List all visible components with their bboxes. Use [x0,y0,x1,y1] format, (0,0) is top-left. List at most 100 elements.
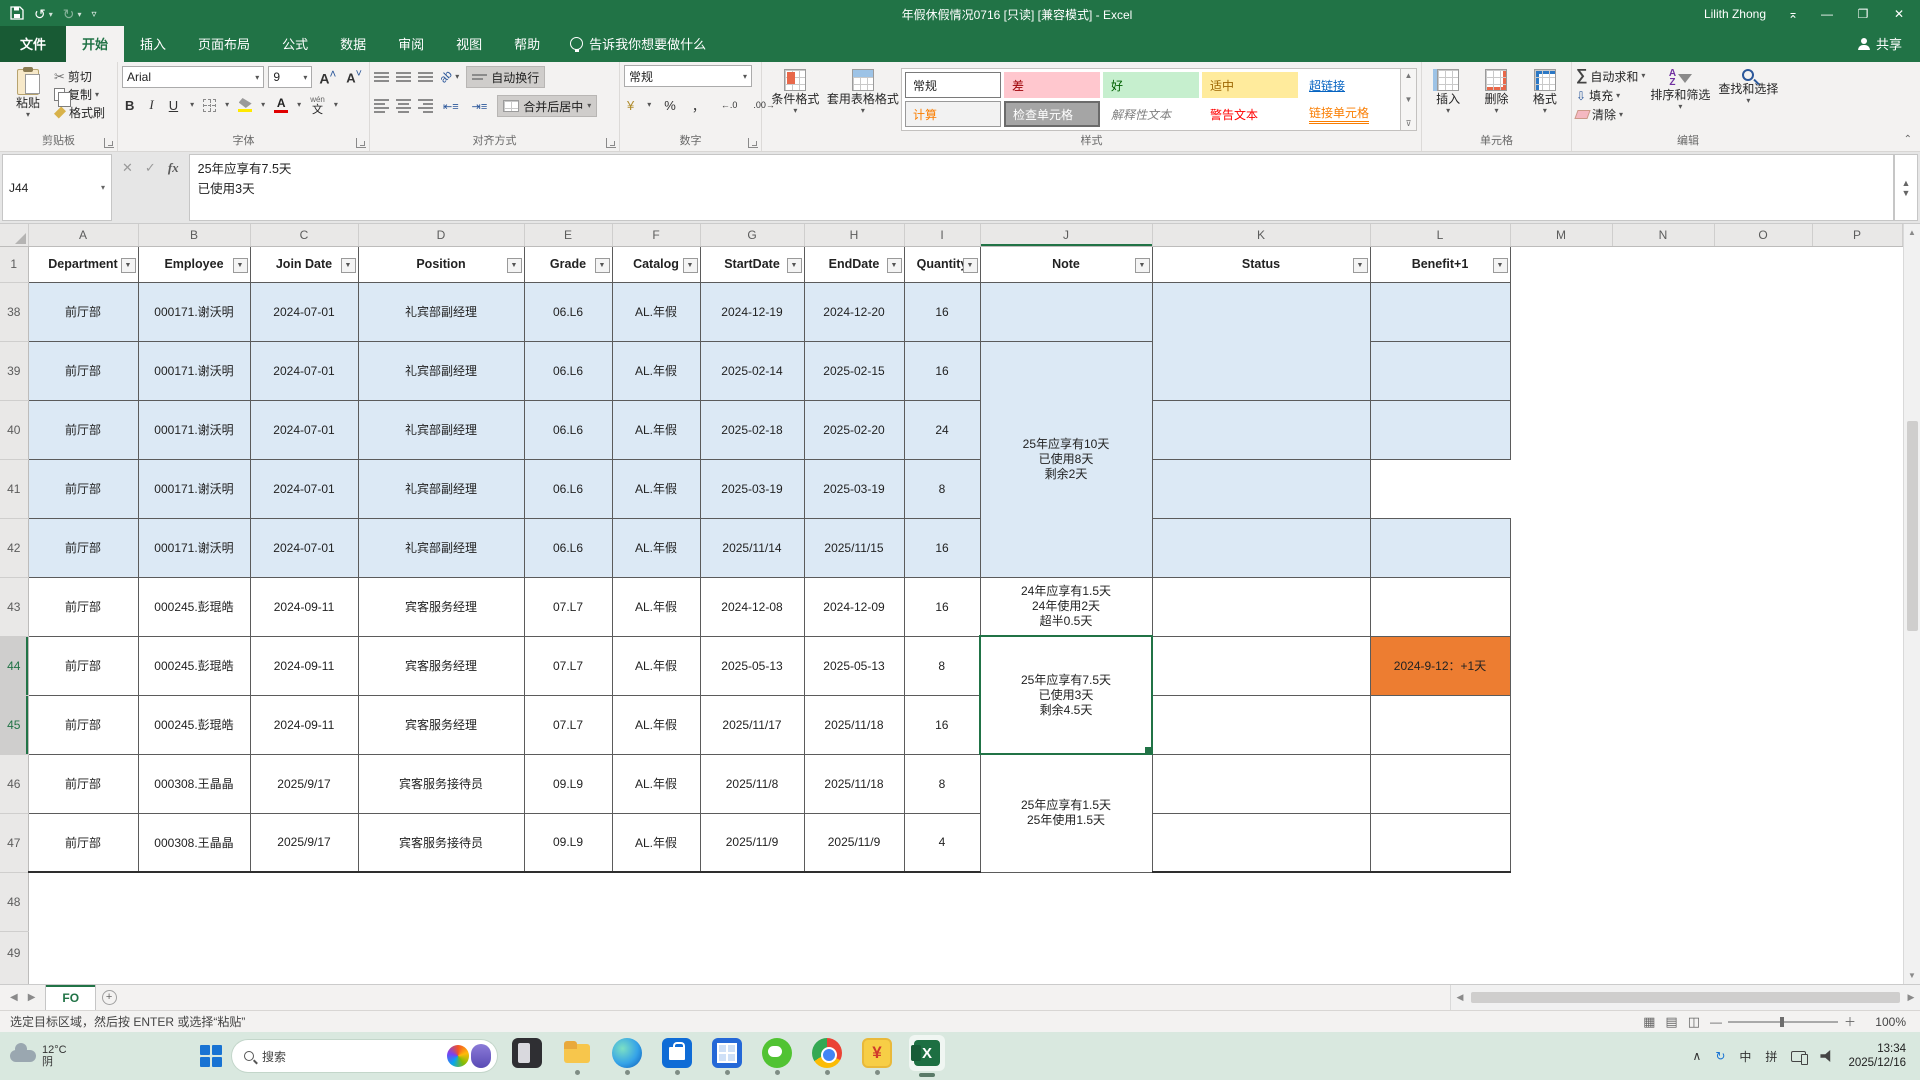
cell[interactable] [1152,459,1370,518]
sheet-nav-right-icon[interactable]: ▶ [28,992,36,1003]
voice-assistant-icon[interactable] [471,1044,491,1068]
restore-button[interactable]: ❐ [1846,0,1880,28]
header-grade[interactable]: Grade▼ [524,246,612,282]
cell[interactable]: 2024-12-08 [700,577,804,636]
cell[interactable] [1370,754,1510,813]
cell[interactable]: 2024-07-01 [250,282,358,341]
cell[interactable]: AL.年假 [612,282,700,341]
start-button[interactable] [200,1045,222,1067]
filter-dropdown-icon[interactable]: ▼ [963,258,978,273]
horizontal-scrollbar[interactable]: ◀ ▶ [1450,985,1920,1010]
cell-note-merged-39-42[interactable]: 25年应享有10天 已使用8天 剩余2天 [980,341,1152,577]
cell-style-normal[interactable]: 常规 [905,72,1001,98]
name-box[interactable]: J44▾ [2,154,112,221]
cell[interactable]: 2025-05-13 [700,636,804,695]
phonetic-guide-button[interactable]: wén文 [310,95,325,115]
orientation-button[interactable]: ab▾ [440,71,459,83]
cell[interactable]: AL.年假 [612,813,700,872]
align-right-icon[interactable] [418,99,433,113]
cell[interactable]: 宾客服务接待员 [358,813,524,872]
chrome-icon[interactable] [812,1038,842,1068]
redo-icon[interactable]: ↻ [63,6,75,23]
cell[interactable]: 2025-03-19 [700,459,804,518]
row-number[interactable]: 48 [0,872,28,931]
col-F[interactable]: F [612,224,700,246]
cell[interactable]: 2025/11/18 [804,754,904,813]
cell-style-linked-cell[interactable]: 链接单元格 [1301,101,1397,127]
italic-button[interactable]: I [146,97,156,113]
taskbar-search-box[interactable]: 搜索 [232,1040,497,1072]
insert-cells-button[interactable]: 插入▾ [1426,65,1470,114]
scroll-right-icon[interactable]: ▶ [1902,992,1920,1003]
cast-device-icon[interactable] [1791,1051,1806,1062]
cell-style-explanatory[interactable]: 解释性文本 [1103,101,1199,127]
cell[interactable]: 2024-09-11 [250,577,358,636]
filter-dropdown-icon[interactable]: ▼ [787,258,802,273]
ribbon-display-options-icon[interactable]: ⌅ [1778,0,1808,28]
cell[interactable]: AL.年假 [612,518,700,577]
redo-dropdown-icon[interactable]: ▾ [77,10,81,19]
row-number-selected[interactable]: 44 [0,636,28,695]
paste-button[interactable]: 粘贴▾ [4,65,52,118]
cell[interactable]: AL.年假 [612,577,700,636]
tab-home[interactable]: 开始 [66,26,124,62]
cell[interactable]: 000171.谢沃明 [138,282,250,341]
header-status[interactable]: Status▼ [1152,246,1370,282]
scroll-left-icon[interactable]: ◀ [1451,992,1469,1003]
cell[interactable]: 4 [904,813,980,872]
share-button[interactable]: 共享 [1840,34,1920,62]
align-top-icon[interactable] [374,72,389,82]
cell[interactable]: 2025-02-18 [700,400,804,459]
col-H[interactable]: H [804,224,904,246]
percent-style-icon[interactable]: % [661,98,679,113]
cell[interactable] [1152,636,1370,695]
cell[interactable]: 8 [904,636,980,695]
font-family-combo[interactable]: Arial▾ [122,66,264,88]
fill-button[interactable]: ⇩填充▾ [1576,87,1645,104]
row-number[interactable]: 49 [0,931,28,984]
cell[interactable]: 礼宾部副经理 [358,341,524,400]
cell[interactable]: 07.L7 [524,695,612,754]
cell[interactable]: 2024-07-01 [250,518,358,577]
cell[interactable]: 8 [904,459,980,518]
zoom-out-icon[interactable]: — [1710,1015,1722,1029]
formula-bar-expand-icon[interactable]: ▲▼ [1894,154,1918,221]
format-cells-button[interactable]: 格式▾ [1523,65,1567,114]
tell-me-box[interactable]: 告诉我你想要做什么 [570,34,706,62]
cell[interactable]: 24 [904,400,980,459]
cell-note-merged-46-47[interactable]: 25年应享有1.5天 25年使用1.5天 [980,754,1152,872]
scroll-down-icon[interactable]: ▼ [1908,967,1916,984]
taskbar-weather-widget[interactable]: 12°C阴 [0,1044,200,1068]
gallery-up-icon[interactable]: ▲ [1405,71,1413,80]
filter-dropdown-icon[interactable]: ▼ [1493,258,1508,273]
filter-dropdown-icon[interactable]: ▼ [341,258,356,273]
cell[interactable]: 2025-05-13 [804,636,904,695]
cell[interactable]: 000245.彭琨皓 [138,577,250,636]
tab-help[interactable]: 帮助 [498,26,556,62]
fill-color-button[interactable] [238,98,252,112]
cell[interactable]: 000245.彭琨皓 [138,636,250,695]
cell[interactable]: 16 [904,695,980,754]
cell[interactable]: 前厅部 [28,518,138,577]
cell[interactable]: 000245.彭琨皓 [138,695,250,754]
save-icon[interactable] [10,6,24,23]
cell[interactable]: 000171.谢沃明 [138,341,250,400]
dialog-launcher-icon[interactable] [356,138,366,148]
cell-benefit-highlight[interactable]: 2024-9-12：+1天 [1370,636,1510,695]
col-P[interactable]: P [1812,224,1902,246]
finance-app-icon[interactable]: ¥ [862,1038,892,1068]
header-startdate[interactable]: StartDate▼ [700,246,804,282]
cell[interactable]: 2025-02-15 [804,341,904,400]
cell[interactable] [1370,282,1510,341]
cell-style-hyperlink[interactable]: 超链接 [1301,72,1397,98]
merge-center-toggle[interactable]: 合并后居中▾ [497,95,597,117]
ime-pinyin-indicator[interactable]: 拼 [1765,1048,1777,1065]
cell[interactable]: 2024-07-01 [250,459,358,518]
cell[interactable]: AL.年假 [612,459,700,518]
excel-taskbar-active[interactable]: X [909,1035,945,1071]
cell[interactable]: AL.年假 [612,695,700,754]
cancel-icon[interactable]: ✕ [122,160,133,176]
row-number[interactable]: 42 [0,518,28,577]
cell[interactable]: 前厅部 [28,341,138,400]
cell[interactable]: 2025/11/14 [700,518,804,577]
